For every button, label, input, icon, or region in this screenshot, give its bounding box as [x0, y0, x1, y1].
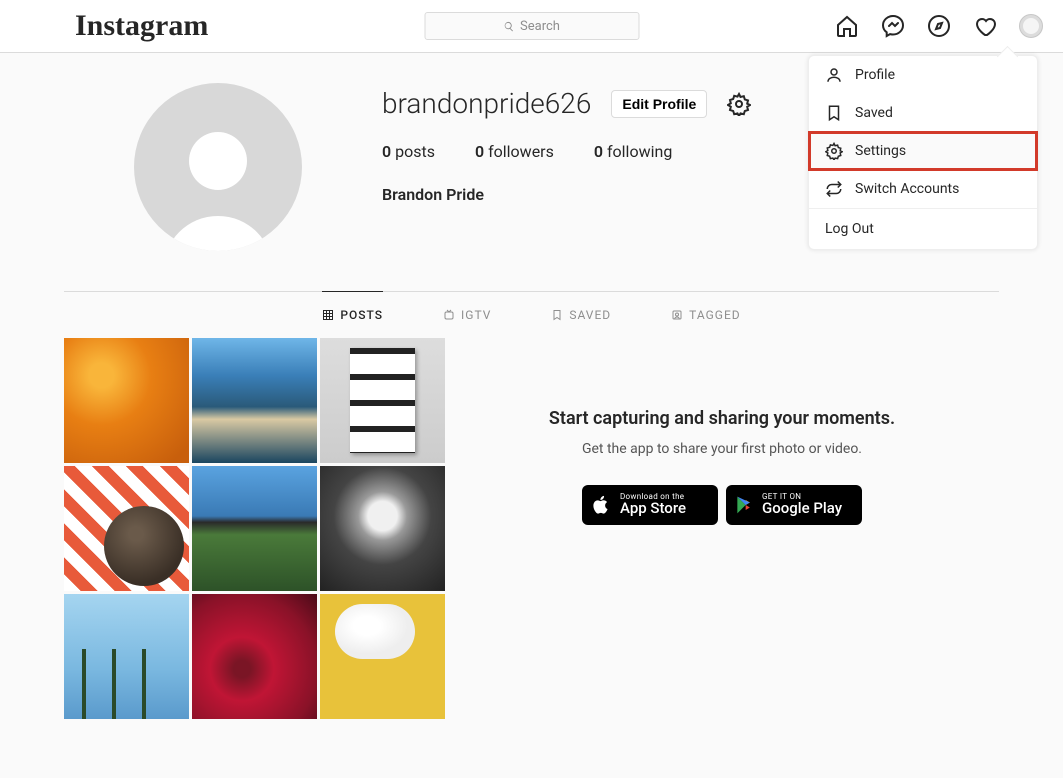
dropdown-saved-label: Saved [855, 105, 893, 121]
top-navbar: Instagram Search [0, 0, 1063, 53]
followers-stat[interactable]: 0 followers [475, 142, 554, 161]
sample-tile [320, 594, 445, 719]
igtv-icon [443, 309, 455, 321]
settings-gear-icon[interactable] [727, 92, 751, 116]
sample-tile [192, 338, 317, 463]
promo-subtext: Get the app to share your first photo or… [475, 441, 969, 457]
search-icon [503, 21, 514, 32]
tab-igtv[interactable]: IGTV [443, 291, 491, 338]
dropdown-saved[interactable]: Saved [809, 94, 1037, 132]
tab-tagged[interactable]: TAGGED [671, 291, 741, 338]
sample-tile [64, 338, 189, 463]
messenger-icon[interactable] [881, 14, 905, 38]
home-icon[interactable] [835, 14, 859, 38]
sample-tile [192, 594, 317, 719]
grid-icon [322, 309, 334, 321]
tab-tagged-label: TAGGED [689, 308, 741, 322]
edit-profile-button[interactable]: Edit Profile [611, 90, 707, 118]
profile-dropdown: Profile Saved Settings Switch Accounts L… [808, 55, 1038, 250]
dropdown-settings-label: Settings [855, 143, 906, 159]
switch-icon [825, 180, 843, 198]
sample-tile [64, 466, 189, 591]
search-input[interactable]: Search [424, 12, 639, 40]
profile-avatar-icon[interactable] [1019, 14, 1043, 38]
apple-icon [590, 494, 612, 516]
dropdown-switch-label: Switch Accounts [855, 181, 959, 197]
google-play-icon [734, 495, 754, 515]
search-placeholder: Search [520, 19, 560, 34]
profile-avatar[interactable] [134, 83, 302, 251]
dropdown-profile[interactable]: Profile [809, 56, 1037, 94]
bookmark-icon [551, 309, 563, 321]
sample-tile [320, 466, 445, 591]
sample-posts-grid [64, 338, 445, 719]
dropdown-logout[interactable]: Log Out [809, 209, 1037, 249]
gplay-line2: Google Play [762, 501, 842, 517]
profile-tabs: POSTS IGTV SAVED TAGGED [64, 291, 999, 338]
heart-icon[interactable] [973, 14, 997, 38]
gear-icon [825, 142, 843, 160]
dropdown-logout-label: Log Out [825, 221, 874, 237]
google-play-badge[interactable]: GET IT ONGoogle Play [726, 485, 862, 525]
sample-tile [192, 466, 317, 591]
username: brandonpride626 [382, 87, 591, 120]
empty-state-promo: Start capturing and sharing your moments… [445, 338, 999, 719]
tagged-icon [671, 309, 683, 321]
app-store-badge[interactable]: Download on theApp Store [582, 485, 718, 525]
tab-posts[interactable]: POSTS [322, 291, 383, 338]
tab-igtv-label: IGTV [461, 308, 491, 322]
dropdown-switch-accounts[interactable]: Switch Accounts [809, 170, 1037, 208]
tab-saved[interactable]: SAVED [551, 291, 611, 338]
nav-icons [835, 14, 1043, 38]
dropdown-settings[interactable]: Settings [809, 132, 1037, 170]
tab-saved-label: SAVED [569, 308, 611, 322]
sample-tile [320, 338, 445, 463]
tab-posts-label: POSTS [340, 308, 383, 322]
bookmark-icon [825, 104, 843, 122]
dropdown-profile-label: Profile [855, 67, 895, 83]
user-icon [825, 66, 843, 84]
posts-stat: 0 posts [382, 142, 435, 161]
following-stat[interactable]: 0 following [594, 142, 672, 161]
promo-headline: Start capturing and sharing your moments… [475, 408, 969, 429]
explore-icon[interactable] [927, 14, 951, 38]
instagram-logo[interactable]: Instagram [75, 9, 208, 43]
appstore-line2: App Store [620, 501, 686, 517]
sample-tile [64, 594, 189, 719]
